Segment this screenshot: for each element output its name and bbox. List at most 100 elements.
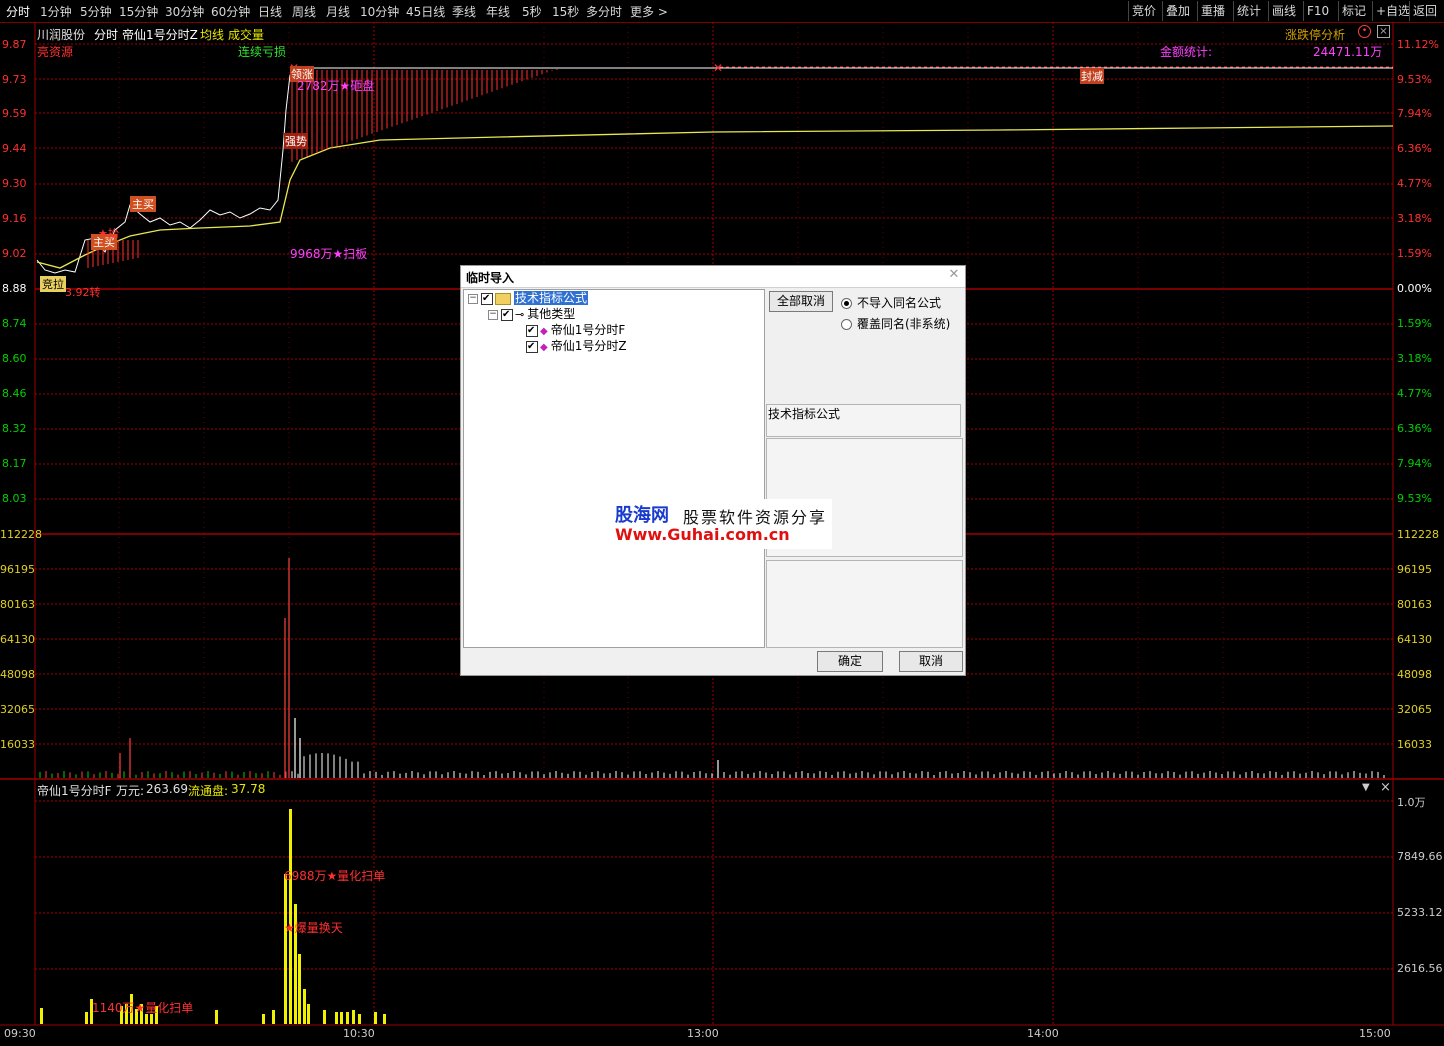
price-tick: 9.59: [2, 107, 27, 120]
percent-tick: 4.77%: [1397, 177, 1432, 190]
percent-tick: 9.53%: [1397, 492, 1432, 505]
formula-tree: − 技术指标公式 − ⊸其他类型 ◆帝仙1号分时F ◆帝仙1号分时Z: [463, 289, 765, 648]
indicator-bar: [298, 954, 301, 1024]
checkbox-item-z[interactable]: [526, 339, 538, 354]
chart-mode: 分时: [94, 28, 119, 42]
stock-name: 川润股份: [37, 28, 86, 42]
checkbox-root[interactable]: [481, 291, 493, 306]
price-tick: 8.46: [2, 387, 27, 400]
dialog-titlebar[interactable]: 临时导入 ✕: [461, 266, 965, 288]
radio-overwrite[interactable]: 覆盖同名(非系统): [841, 315, 950, 332]
ind-ann-3: 1140万★量化扫单: [92, 1001, 194, 1015]
dialog-close-icon[interactable]: ✕: [947, 268, 961, 282]
price-tick: 8.74: [2, 317, 27, 330]
desc-title-box: 技术指标公式: [766, 404, 961, 437]
dropdown-icon[interactable]: ▼: [1362, 782, 1370, 793]
cancel-button[interactable]: 取消: [899, 651, 963, 672]
price-tick: 9.44: [2, 142, 27, 155]
price-tick: 8.03: [2, 492, 27, 505]
price-tick: 8.17: [2, 457, 27, 470]
indicator-name[interactable]: 帝仙1号分时Z: [122, 26, 198, 43]
close-icon[interactable]: ×: [1377, 25, 1390, 38]
ind-axis-3: 5233.12: [1397, 906, 1443, 919]
time-0930: 09:30: [4, 1027, 36, 1040]
volume-tick: 32065: [0, 703, 35, 716]
avg-line: [36, 125, 1394, 269]
tree-item-f-label: 帝仙1号分时F: [550, 323, 626, 337]
tag-main-buy-1: 主买: [130, 196, 156, 212]
collapse-icon[interactable]: −: [468, 293, 478, 304]
volume-tick: 112228: [0, 528, 42, 541]
ann-top-left: 亮资源: [37, 45, 74, 59]
indicator-unit-value: 263.69: [146, 782, 188, 796]
time-1030: 10:30: [343, 1027, 375, 1040]
price-tick: 8.32: [2, 422, 27, 435]
avg-line-label: 均线: [200, 28, 225, 42]
time-1300: 13:00: [687, 1027, 719, 1040]
float-label: 流通盘:: [188, 784, 229, 798]
percent-tick: 3.18%: [1397, 352, 1432, 365]
volume-tick: 64130: [0, 633, 35, 646]
indicator-pane-name[interactable]: 帝仙1号分时F: [37, 782, 112, 799]
radio-overwrite-label: 覆盖同名(非系统): [857, 317, 951, 331]
amount-stat-label: 金额统计:: [1160, 45, 1213, 59]
watermark-brand: 股海网: [615, 505, 669, 526]
pane-close-icon[interactable]: ×: [1380, 780, 1391, 795]
dialog-title: 临时导入: [466, 271, 515, 285]
desc-box-2: [766, 560, 963, 648]
indicator-bar: [215, 1010, 218, 1024]
settings-icon[interactable]: •: [1358, 25, 1371, 38]
ind-axis-4: 2616.56: [1397, 962, 1443, 975]
indicator-bar: [85, 1012, 88, 1024]
percent-tick: 7.94%: [1397, 107, 1432, 120]
indicator-bar: [383, 1014, 386, 1024]
radio-skip-same[interactable]: 不导入同名公式: [841, 294, 941, 311]
price-tick: 9.73: [2, 73, 27, 86]
desc-title: 技术指标公式: [768, 407, 841, 421]
indicator-bar: [340, 1012, 343, 1024]
indicator-bar: [346, 1012, 349, 1024]
volume-tick: 32065: [1397, 703, 1432, 716]
ind-ann-2: ★爆量换天: [284, 921, 343, 935]
indicator-bar: [352, 1010, 355, 1024]
checkbox-item-f[interactable]: [526, 323, 538, 338]
volume-tick: 48098: [1397, 668, 1432, 681]
price-tick: 9.02: [2, 247, 27, 260]
diamond-icon: ◆: [540, 326, 548, 337]
diamond-icon: ◆: [540, 342, 548, 353]
volume-tick: 96195: [0, 563, 35, 576]
indicator-bars: [40, 809, 386, 1024]
radio-dot[interactable]: [841, 319, 852, 330]
volume-tick: 112228: [1397, 528, 1439, 541]
ann-cont-loss: 连续亏损: [238, 45, 287, 59]
ann-big-order: 2782万★砸盘: [297, 79, 375, 93]
volume-tick: 16033: [0, 738, 35, 751]
cancel-all-button[interactable]: 全部取消: [769, 291, 833, 312]
watermark-url: Www.Guhai.com.cn: [615, 525, 790, 544]
ind-ann-1: 6988万★量化扫单: [284, 869, 386, 883]
indicator-bar: [284, 874, 287, 1024]
price-tick: 9.30: [2, 177, 27, 190]
ann-auction-val: 3.92转: [65, 286, 101, 299]
percent-tick: 6.36%: [1397, 142, 1432, 155]
tree-item-z[interactable]: ◆帝仙1号分时Z: [526, 339, 627, 354]
volume-tick: 80163: [1397, 598, 1432, 611]
tag-seal: 封减: [1080, 68, 1104, 84]
tree-item-f[interactable]: ◆帝仙1号分时F: [526, 323, 625, 338]
checkbox-group[interactable]: [501, 307, 513, 322]
collapse-icon[interactable]: −: [488, 309, 498, 320]
tree-group[interactable]: − ⊸其他类型: [488, 307, 575, 322]
price-tick: 9.16: [2, 212, 27, 225]
indicator-bar: [335, 1012, 338, 1024]
volume-tick: 16033: [1397, 738, 1432, 751]
percent-tick: 6.36%: [1397, 422, 1432, 435]
limit-analysis-label[interactable]: 涨跌停分析: [1285, 26, 1345, 43]
indicator-bar: [272, 1010, 275, 1024]
radio-dot[interactable]: [841, 298, 852, 309]
indicator-bar: [40, 1008, 43, 1024]
tree-root[interactable]: − 技术指标公式: [468, 291, 589, 306]
percent-tick: 4.77%: [1397, 387, 1432, 400]
percent-tick: 1.59%: [1397, 247, 1432, 260]
ok-button[interactable]: 确定: [817, 651, 883, 672]
float-value: 37.78: [231, 782, 266, 796]
